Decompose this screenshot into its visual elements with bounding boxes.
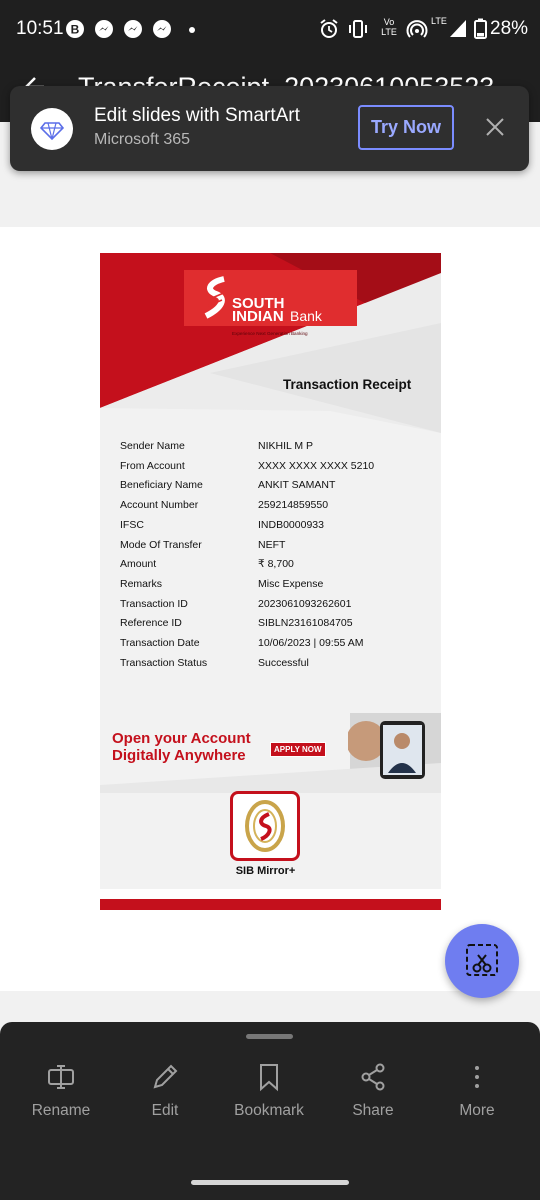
gesture-nav-bar[interactable] (191, 1180, 349, 1185)
more-vertical-icon (425, 1062, 529, 1092)
bank-tagline: Experience Next Generation Banking (232, 331, 308, 336)
detail-label: IFSC (120, 518, 144, 531)
detail-value: ₹ 8,700 (258, 558, 294, 571)
detail-label: Transaction Status (120, 656, 208, 669)
share-icon (321, 1062, 425, 1092)
status-time: 10:51 (16, 18, 64, 39)
promo-line1: Open your Account (112, 730, 251, 747)
receipt-banner (100, 253, 441, 433)
lte-label: LTE (431, 16, 447, 26)
action-edit-button[interactable]: Edit (113, 1062, 217, 1120)
messenger-icon (153, 20, 171, 38)
action-label: Edit (151, 1102, 179, 1119)
detail-value: SIBLN23161084705 (258, 617, 353, 630)
svg-text:B: B (71, 23, 80, 37)
alarm-icon (320, 19, 338, 38)
app-name: SIB Mirror+ (235, 865, 296, 877)
detail-value: 10/06/2023 | 09:55 AM (258, 637, 364, 649)
detail-value: Misc Expense (258, 577, 324, 590)
apply-now-badge: APPLY NOW (270, 742, 326, 757)
detail-label: Reference ID (120, 617, 182, 630)
volte-bottom: LTE (381, 27, 397, 37)
pencil-icon (113, 1062, 217, 1092)
detail-value: XXXX XXXX XXXX 5210 (258, 459, 375, 472)
detail-value: NEFT (258, 538, 286, 551)
bank-name-line2: INDIAN (232, 308, 284, 325)
detail-label: From Account (120, 459, 185, 472)
action-bookmark-button[interactable]: Bookmark (217, 1062, 321, 1120)
bank-word: Bank (290, 308, 322, 324)
detail-label: Remarks (120, 577, 163, 590)
detail-value: 2023061093262601 (258, 597, 352, 610)
action-rename-button[interactable]: Rename (9, 1062, 113, 1120)
receipt-heading: Transaction Receipt (283, 377, 412, 392)
bottom-action-sheet: Rename Edit Bookmark Share More (0, 1022, 540, 1200)
messenger-icon (95, 20, 113, 38)
battery-percent: 28% (490, 18, 529, 39)
action-more-button[interactable]: More (425, 1062, 529, 1120)
detail-value: 259214859550 (258, 499, 329, 512)
scan-cut-button[interactable] (445, 924, 519, 998)
detail-label: Sender Name (120, 440, 185, 452)
signal-icon (450, 20, 466, 37)
notification-title: Edit slides with SmartArt (94, 105, 300, 126)
sib-mirror-app-icon (230, 791, 300, 861)
status-bar: 10:51 B Vo LTE LTE 28% (0, 0, 540, 60)
detail-value: Successful (258, 656, 309, 669)
rename-icon (9, 1062, 113, 1092)
hotspot-icon (406, 20, 428, 38)
action-label: Bookmark (234, 1102, 304, 1119)
detail-label: Mode Of Transfer (120, 538, 202, 551)
detail-label: Amount (120, 558, 157, 571)
detail-value: ANKIT SAMANT (258, 479, 336, 492)
action-label: More (459, 1102, 495, 1119)
receipt-footer-bar (100, 899, 441, 910)
vibrate-icon (349, 20, 367, 38)
volte-top: Vo (383, 17, 395, 27)
action-share-button[interactable]: Share (321, 1062, 425, 1120)
bookmark-icon (217, 1062, 321, 1092)
action-label: Share (352, 1102, 394, 1119)
volte-indicator: Vo LTE (378, 17, 400, 37)
detail-label: Transaction ID (120, 597, 188, 610)
sheet-drag-handle[interactable] (246, 1034, 293, 1039)
messenger-icon (124, 20, 142, 38)
detail-value: INDB0000933 (258, 518, 324, 531)
diamond-icon (31, 108, 73, 150)
detail-label: Beneficiary Name (120, 479, 203, 492)
promo-line2: Digitally Anywhere (112, 747, 246, 764)
try-now-button[interactable]: Try Now (358, 105, 454, 150)
action-label: Rename (31, 1102, 91, 1119)
detail-value: NIKHIL M P (258, 440, 314, 452)
promo-notification[interactable]: Edit slides with SmartArt Microsoft 365 … (10, 86, 529, 171)
detail-label: Transaction Date (120, 637, 200, 649)
b-app-icon: B (66, 20, 84, 38)
scissors-icon (466, 944, 498, 976)
promo-person-image (348, 721, 425, 779)
close-icon[interactable] (484, 116, 506, 138)
detail-label: Account Number (120, 499, 199, 512)
bank-logo-icon (204, 276, 227, 319)
receipt-image: SOUTH INDIAN Bank Experience Next Genera… (100, 253, 441, 889)
battery-icon (474, 18, 487, 39)
notification-dot (189, 27, 195, 33)
notification-subtitle: Microsoft 365 (94, 131, 191, 148)
